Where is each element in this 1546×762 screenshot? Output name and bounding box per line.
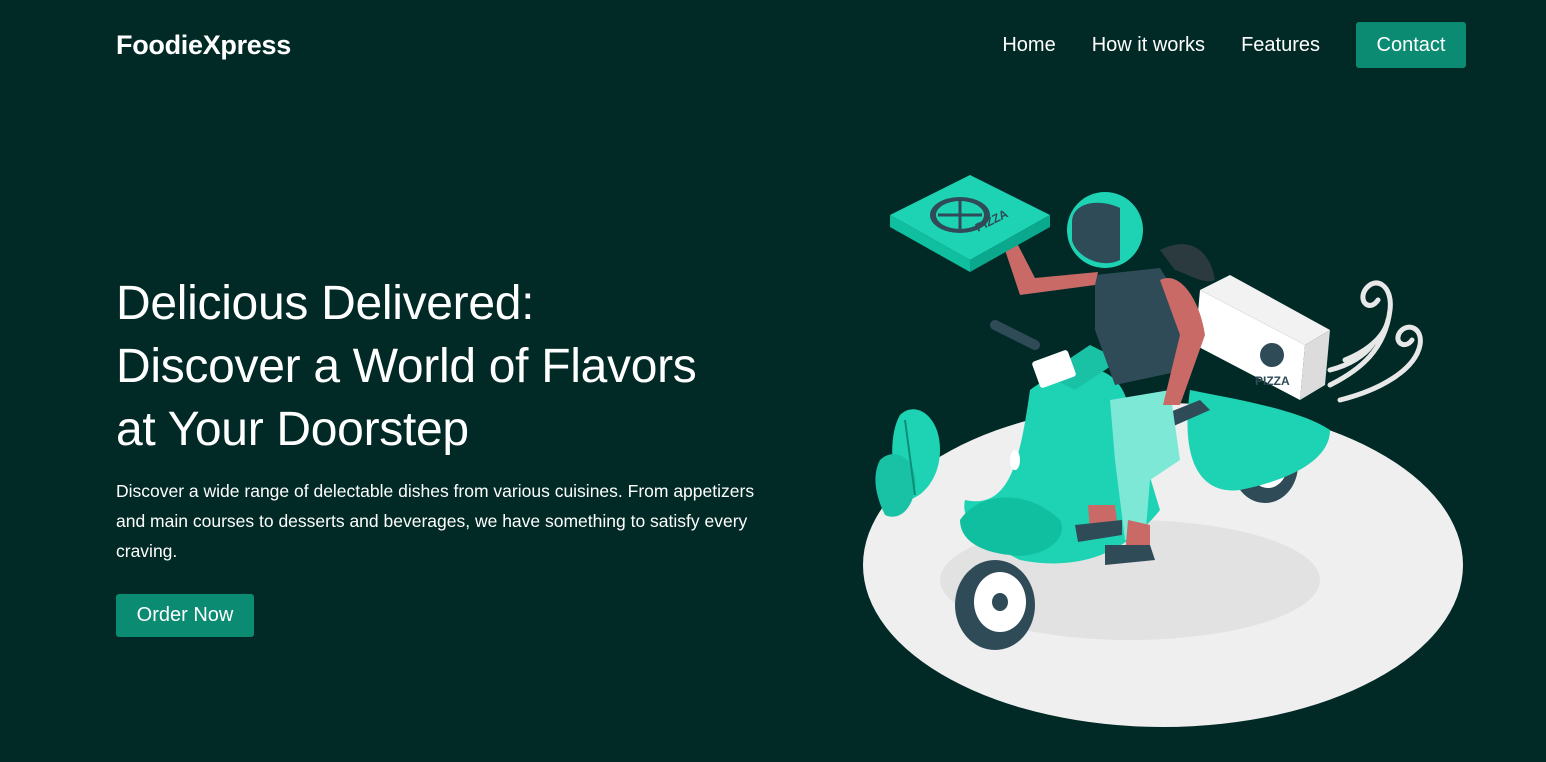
hero-title: Delicious Delivered: Discover a World of… xyxy=(116,272,816,461)
hero-title-line-1: Delicious Delivered: xyxy=(116,277,535,330)
nav-link-home[interactable]: Home xyxy=(1002,22,1055,68)
brand-logo[interactable]: FoodieXpress xyxy=(116,30,291,61)
helmet-icon xyxy=(1067,192,1143,268)
top-navbar: FoodieXpress Home How it works Features … xyxy=(0,0,1546,92)
order-now-button[interactable]: Order Now xyxy=(116,594,254,637)
contact-button[interactable]: Contact xyxy=(1356,22,1466,68)
delivery-scooter-illustration: PIZZA PIZZA xyxy=(863,175,1463,727)
pizza-box-icon: PIZZA xyxy=(890,175,1050,272)
hero-title-line-2: Discover a World of Flavors xyxy=(116,340,697,393)
delivery-box-label: PIZZA xyxy=(1255,374,1290,388)
nav-link-how-it-works[interactable]: How it works xyxy=(1092,22,1205,68)
speed-swirl-icon xyxy=(1327,280,1423,403)
nav-link-features[interactable]: Features xyxy=(1241,22,1320,68)
hero-description: Discover a wide range of delectable dish… xyxy=(116,481,755,561)
hero-title-line-3: at Your Doorstep xyxy=(116,403,469,456)
delivery-box: PIZZA xyxy=(1195,275,1330,400)
front-wheel-hub xyxy=(992,593,1008,611)
nav-links: Home How it works Features Contact xyxy=(966,22,1466,68)
